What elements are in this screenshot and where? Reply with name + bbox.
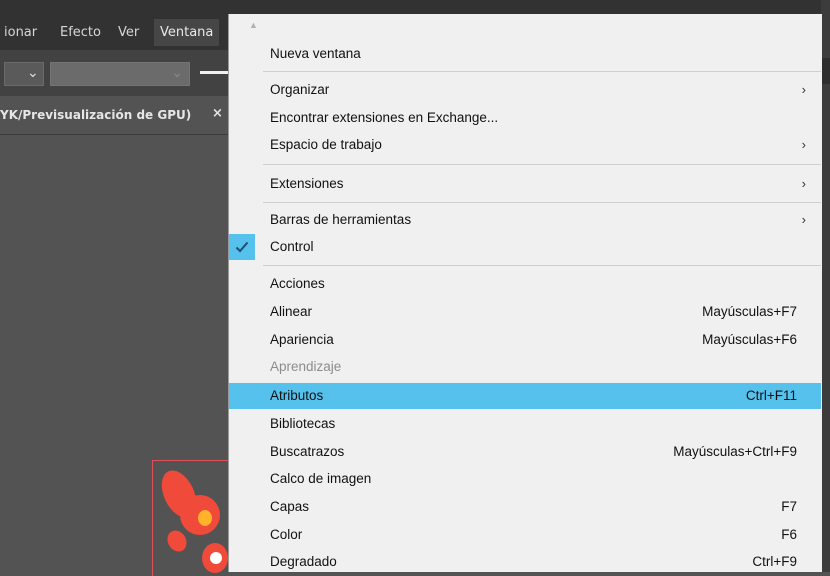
menu-separator [263, 71, 821, 72]
menu-item-apariencia[interactable]: Apariencia Mayúsculas+F6 [229, 327, 821, 353]
menu-item-alinear[interactable]: Alinear Mayúsculas+F7 [229, 299, 821, 325]
menu-item-nueva-ventana[interactable]: Nueva ventana [229, 41, 821, 67]
right-panel-edge [821, 0, 830, 572]
menu-item-acciones[interactable]: Acciones [229, 271, 821, 297]
menu-item-label: Buscatrazos [270, 444, 345, 459]
chevron-right-icon: › [801, 212, 806, 227]
menu-separator [263, 265, 821, 266]
artwork-shape [210, 552, 222, 564]
stroke-preview[interactable] [200, 71, 230, 74]
menu-item-shortcut: Mayúsculas+F7 [702, 304, 797, 319]
ventana-dropdown-menu: ▲ Nueva ventana Organizar › Encontrar ex… [228, 14, 822, 572]
menu-item-label: Atributos [270, 388, 324, 403]
menu-item-barras-de-herramientas[interactable]: Barras de herramientas › [229, 207, 821, 233]
chevron-down-icon: ⌄ [171, 65, 183, 81]
menu-item-label: Bibliotecas [270, 416, 336, 431]
menu-item-espacio-de-trabajo[interactable]: Espacio de trabajo › [229, 132, 821, 158]
menu-item-shortcut: Mayúsculas+F6 [702, 332, 797, 347]
menu-item-label: Capas [270, 499, 310, 514]
scroll-up-icon[interactable]: ▲ [249, 20, 258, 30]
menu-item-shortcut: F7 [781, 499, 797, 514]
menu-item-shortcut: F6 [781, 527, 797, 542]
artwork-shape [198, 510, 212, 526]
style-dropdown[interactable]: ⌄ [50, 62, 190, 86]
menu-item-label: Encontrar extensiones en Exchange... [270, 110, 499, 125]
menu-item-atributos[interactable]: Atributos Ctrl+F11 [229, 383, 821, 409]
menu-item-label: Nueva ventana [270, 46, 361, 61]
chevron-down-icon: ⌄ [27, 65, 39, 81]
menu-item-label: Espacio de trabajo [270, 137, 382, 152]
menu-item-label: Color [270, 527, 303, 542]
chevron-right-icon: › [801, 176, 806, 191]
menu-seleccionar[interactable]: ionar [4, 25, 37, 40]
menu-item-label: Aprendizaje [270, 359, 342, 374]
menu-item-label: Control [270, 239, 314, 254]
menu-item-organizar[interactable]: Organizar › [229, 77, 821, 103]
menu-efecto[interactable]: Efecto [60, 25, 101, 40]
menu-item-label: Organizar [270, 82, 330, 97]
menu-item-buscatrazos[interactable]: Buscatrazos Mayúsculas+Ctrl+F9 [229, 439, 821, 465]
menu-item-aprendizaje: Aprendizaje [229, 354, 821, 380]
menu-item-extensiones[interactable]: Extensiones › [229, 171, 821, 197]
document-tab-title: YK/Previsualización de GPU) [0, 108, 192, 122]
checkmark-icon [229, 234, 255, 260]
menu-item-degradado[interactable]: Degradado Ctrl+F9 [229, 549, 821, 575]
menu-item-control[interactable]: Control [229, 234, 821, 260]
menu-item-capas[interactable]: Capas F7 [229, 494, 821, 520]
menu-item-color[interactable]: Color F6 [229, 522, 821, 548]
menu-item-encontrar-extensiones[interactable]: Encontrar extensiones en Exchange... [229, 105, 821, 131]
menu-ver[interactable]: Ver [118, 25, 139, 40]
menu-item-label: Acciones [270, 276, 325, 291]
menu-item-shortcut: Mayúsculas+Ctrl+F9 [673, 444, 797, 459]
fill-dropdown[interactable]: ⌄ [4, 62, 44, 86]
menu-item-label: Calco de imagen [270, 471, 372, 486]
menu-separator [263, 202, 821, 203]
menu-item-bibliotecas[interactable]: Bibliotecas [229, 411, 821, 437]
menu-item-label: Barras de herramientas [270, 212, 412, 227]
menu-item-label: Apariencia [270, 332, 334, 347]
panel-handle[interactable] [821, 58, 830, 84]
chevron-right-icon: › [801, 82, 806, 97]
menu-item-shortcut: Ctrl+F11 [745, 388, 797, 403]
close-icon[interactable]: × [212, 106, 223, 121]
menu-item-shortcut: Ctrl+F9 [752, 554, 797, 569]
menu-item-label: Degradado [270, 554, 337, 569]
menu-separator [263, 164, 821, 165]
menu-ventana[interactable]: Ventana [154, 19, 220, 46]
menu-item-calco-de-imagen[interactable]: Calco de imagen [229, 466, 821, 492]
menu-item-label: Extensiones [270, 176, 344, 191]
menu-item-label: Alinear [270, 304, 313, 319]
chevron-right-icon: › [801, 137, 806, 152]
